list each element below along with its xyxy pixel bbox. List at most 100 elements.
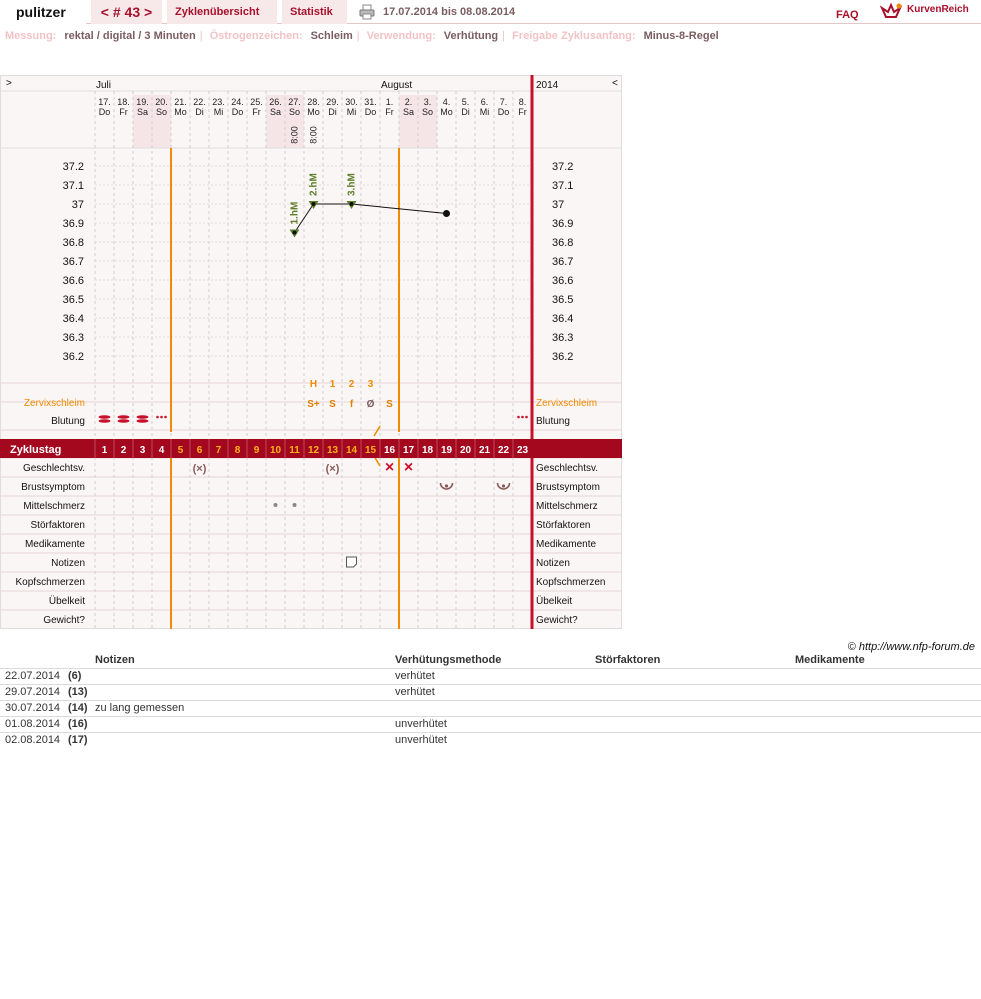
statistics-link[interactable]: Statistik (282, 0, 347, 24)
mucus-row-label-right: Zervixschleim (536, 398, 597, 409)
cycle-day-number: 7 (216, 445, 222, 456)
day-weekday: Sa (270, 107, 281, 117)
symptom-row-label-right: Medikamente (536, 539, 596, 550)
cycle-overview-link[interactable]: Zyklenübersicht (167, 0, 277, 24)
day-weekday: Do (498, 107, 510, 117)
symptom-row-label-right: Störfaktoren (536, 520, 590, 531)
cycle-chart: 37.2 37.237.1 37.137 3736.9 36.936.8 36.836.7… (0, 75, 622, 629)
symptom-row-label-right: Gewicht? (536, 615, 578, 626)
temp-axis-label-left: 36.7 (63, 256, 84, 268)
printer-icon[interactable] (359, 4, 375, 20)
symptom-row-label: Störfaktoren (31, 520, 85, 531)
temp-axis-label-right: 36.6 (552, 275, 573, 287)
table-cell (595, 667, 795, 684)
day-date: 6. (481, 97, 489, 107)
setting-label: Messung: (5, 30, 57, 42)
measurement-time: 8:00 (290, 126, 300, 144)
setting-value: rektal / digital / 3 Minuten (64, 30, 196, 42)
day-weekday: Di (461, 107, 470, 117)
column-header: Verhütungsmethode (395, 654, 502, 667)
high-measurement-label: 3.hM (347, 173, 358, 196)
table-cell: (16) (68, 715, 95, 732)
bleeding-spotting-icon (517, 415, 520, 419)
temp-axis-label-left: 36.3 (63, 332, 84, 344)
prev-cycle-arrow[interactable]: > (6, 78, 12, 89)
measurement-time: 8:00 (309, 126, 319, 144)
table-cell: zu lang gemessen (95, 699, 395, 716)
table-cell: (17) (68, 731, 95, 748)
mucus-value: S+ (307, 399, 320, 410)
symptom-row-label-right: Kopfschmerzen (536, 577, 605, 588)
day-weekday: Fr (385, 107, 394, 117)
month-label: August (381, 80, 412, 91)
mucus-value: S (386, 399, 393, 410)
day-date: 24. (231, 97, 244, 107)
mucus-row-label: Zervixschleim (24, 398, 85, 409)
faq-link[interactable]: FAQ (836, 3, 859, 27)
day-date: 2. (405, 97, 413, 107)
symptom-row-label: Geschlechtsv. (23, 463, 85, 474)
table-cell: (6) (68, 667, 95, 684)
symptom-row-label: Medikamente (25, 539, 85, 550)
day-date: 3. (424, 97, 432, 107)
cycle-day-number: 1 (102, 445, 108, 456)
temp-axis-label-left: 36.2 (63, 351, 84, 363)
day-date: 19. (136, 97, 149, 107)
bleeding-heavy-icon (136, 415, 149, 419)
day-date: 29. (326, 97, 339, 107)
mucus-value: Ø (367, 399, 375, 410)
day-weekday: So (156, 107, 167, 117)
bleeding-heavy-icon (117, 415, 130, 419)
cycle-day-number: 4 (159, 445, 165, 456)
year-label: 2014 (536, 80, 559, 91)
username: pulitzer (0, 0, 86, 24)
cycle-day-number: 18 (422, 445, 434, 456)
table-row: 29.07.2014 (13) verhütet (0, 683, 981, 700)
temp-axis-label-right: 36.2 (552, 351, 573, 363)
symptom-row-label-right: Mittelschmerz (536, 501, 598, 512)
table-row: 01.08.2014 (16) unverhütet (0, 715, 981, 732)
day-weekday: Di (195, 107, 204, 117)
temperature-point (349, 202, 354, 206)
symptom-row-label-right: Notizen (536, 558, 570, 569)
crown-logo-icon[interactable] (880, 2, 902, 20)
setting-label: Verwendung: (366, 30, 436, 42)
table-cell (795, 699, 981, 716)
table-cell (95, 715, 395, 732)
setting-value: Schleim (310, 30, 353, 42)
day-date: 26. (269, 97, 282, 107)
day-date: 22. (193, 97, 206, 107)
bleeding-spotting-icon (521, 415, 524, 419)
temp-axis-label-left: 37 (72, 199, 84, 211)
table-row: 22.07.2014 (6) verhütet (0, 667, 981, 684)
column-header: Medikamente (795, 654, 865, 667)
table-cell (795, 715, 981, 732)
bleeding-row-label: Blutung (51, 416, 85, 427)
intercourse-mark: × (404, 459, 413, 476)
table-cell (95, 667, 395, 684)
temp-axis-label-left: 37.2 (63, 161, 84, 173)
symptom-row-label: Notizen (51, 558, 85, 569)
bleeding-spotting-icon (525, 415, 528, 419)
cycle-day-number: 9 (254, 445, 260, 456)
notes-table: Notizen Verhütungsmethode Störfaktoren Medi… (0, 653, 981, 748)
mucus-peak-label: H (310, 379, 317, 390)
date-range: 17.07.2014 bis 08.08.2014 (383, 6, 516, 18)
cycle-day-number: 8 (235, 445, 241, 456)
cycle-day-number: 20 (460, 445, 472, 456)
temperature-point (443, 210, 450, 217)
temp-axis-label-right: 36.3 (552, 332, 573, 344)
day-date: 20. (155, 97, 168, 107)
symptom-row-label-right: Übelkeit (536, 595, 572, 607)
breast-icon (501, 484, 506, 488)
cycle-day-number: 5 (178, 445, 184, 456)
day-weekday: Do (99, 107, 111, 117)
symptom-row-label-right: Brustsymptom (536, 482, 600, 493)
next-cycle-arrow[interactable]: < (612, 78, 618, 89)
symptom-row-label: Kopfschmerzen (16, 577, 85, 588)
day-weekday: So (289, 107, 300, 117)
logo-text[interactable]: KurvenReich (907, 0, 969, 20)
symptom-row-label: Brustsymptom (21, 482, 85, 493)
table-row: 02.08.2014 (17) unverhütet (0, 731, 981, 748)
cycle-navigation[interactable]: < # 43 > (91, 0, 162, 24)
